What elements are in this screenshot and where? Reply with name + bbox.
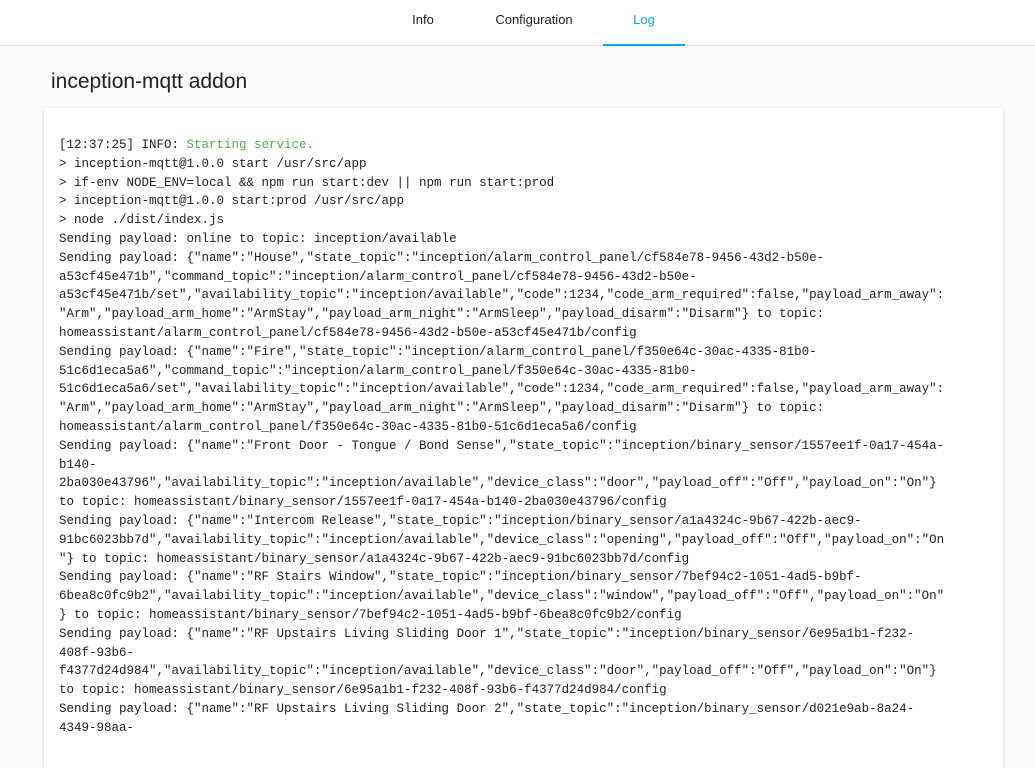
- log-line: } to topic: homeassistant/binary_sensor/…: [59, 607, 682, 622]
- page-title: inception-mqtt addon: [51, 70, 248, 93]
- log-line: f4377d24d984","availability_topic":"ince…: [59, 664, 937, 679]
- log-line: to topic: homeassistant/binary_sensor/6e…: [59, 683, 667, 698]
- tab-configuration[interactable]: Configuration: [493, 0, 575, 46]
- log-line: a53cf45e471b","command_topic":"inception…: [59, 269, 697, 284]
- log-line: [12:37:25] INFO: Starting service.: [59, 136, 994, 155]
- log-prefix: [12:37:25] INFO:: [59, 138, 187, 152]
- tab-info[interactable]: Info: [382, 0, 464, 46]
- log-line: > if-env NODE_ENV=local && npm run start…: [59, 175, 555, 190]
- log-card: [12:37:25] INFO: Starting service. > inc…: [44, 108, 1003, 768]
- log-line: 51c6d1eca5a6","command_topic":"inception…: [59, 363, 697, 378]
- log-line: Sending payload: {"name":"Fire","state_t…: [59, 344, 817, 359]
- log-line: "} to topic: homeassistant/binary_sensor…: [59, 551, 690, 566]
- tab-log[interactable]: Log: [603, 0, 685, 46]
- log-line: Sending payload: {"name":"RF Upstairs Li…: [59, 626, 915, 641]
- log-output: [12:37:25] INFO: Starting service. > inc…: [59, 136, 994, 738]
- log-line: "Arm","payload_arm_home":"ArmStay","payl…: [59, 401, 825, 416]
- log-line: Sending payload: {"name":"Intercom Relea…: [59, 513, 862, 528]
- log-line: b140-: [59, 457, 97, 472]
- log-line: 6bea8c0fc9b2","availability_topic":"ince…: [59, 589, 945, 604]
- log-line: to topic: homeassistant/binary_sensor/15…: [59, 495, 667, 510]
- log-line: "Arm","payload_arm_home":"ArmStay","payl…: [59, 307, 825, 322]
- log-line: 2ba030e43796","availability_topic":"ince…: [59, 476, 937, 491]
- log-line: homeassistant/alarm_control_panel/f350e6…: [59, 419, 637, 434]
- log-line: Sending payload: {"name":"RF Stairs Wind…: [59, 570, 862, 585]
- log-line: 4349-98aa-: [59, 720, 135, 735]
- log-status-message: Starting service.: [186, 138, 315, 152]
- log-line: 91bc6023bb7d","availability_topic":"ince…: [59, 532, 945, 547]
- log-line: Sending payload: {"name":"House","state_…: [59, 250, 825, 265]
- log-line: Sending payload: online to topic: incept…: [59, 231, 457, 246]
- log-line: > inception-mqtt@1.0.0 start:prod /usr/s…: [59, 194, 405, 209]
- log-line: 408f-93b6-: [59, 645, 135, 660]
- log-line: a53cf45e471b/set","availability_topic":"…: [59, 288, 945, 303]
- log-line: 51c6d1eca5a6/set","availability_topic":"…: [59, 382, 945, 397]
- log-line: Sending payload: {"name":"RF Upstairs Li…: [59, 701, 915, 716]
- log-line: > node ./dist/index.js: [59, 213, 225, 228]
- log-line: Sending payload: {"name":"Front Door - T…: [59, 438, 945, 453]
- tab-bar: Info Configuration Log: [0, 0, 1035, 46]
- log-line: homeassistant/alarm_control_panel/cf584e…: [59, 325, 637, 340]
- log-line: > inception-mqtt@1.0.0 start /usr/src/ap…: [59, 156, 367, 171]
